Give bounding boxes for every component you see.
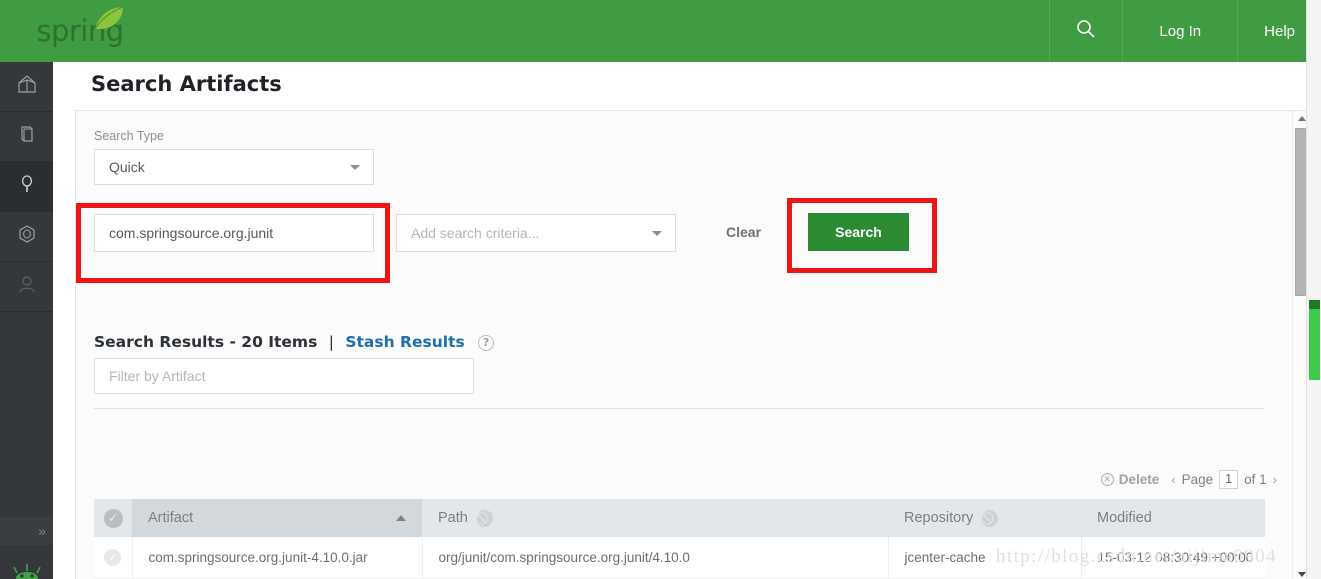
sidebar-filler <box>0 312 53 512</box>
next-page-button[interactable]: › <box>1273 472 1277 487</box>
no-sort-icon: ⃠ <box>475 509 493 527</box>
spring-logo[interactable]: spring <box>0 0 160 62</box>
add-search-criteria-placeholder: Add search criteria... <box>411 225 540 241</box>
builds-icon <box>15 222 39 251</box>
browser-scrollbar-thumb[interactable] <box>1309 300 1320 380</box>
chevron-up-icon <box>1297 115 1306 121</box>
sidebar-item-artifacts[interactable] <box>0 112 53 162</box>
search-submit-button[interactable]: Search <box>808 213 909 251</box>
top-navigation-bar: spring Log In Help <box>0 0 1321 62</box>
filter-placeholder: Filter by Artifact <box>109 368 206 384</box>
column-header-artifact[interactable]: Artifact <box>132 499 422 537</box>
search-type-label: Search Type <box>94 129 164 143</box>
results-heading-row: Search Results - 20 Items | Stash Result… <box>94 333 495 351</box>
sidebar-item-builds[interactable] <box>0 212 53 262</box>
table-header-row: ✓ Artifact Path ⃠ <box>94 499 1265 537</box>
page-title: Search Artifacts <box>91 72 282 96</box>
select-all-header[interactable]: ✓ <box>94 499 132 537</box>
sidebar-item-home[interactable] <box>0 62 53 112</box>
pagination: ‹ Page 1 of 1 › <box>1171 470 1277 489</box>
chevron-down-icon <box>350 164 360 170</box>
search-type-value: Quick <box>109 159 145 175</box>
column-header-path[interactable]: Path ⃠ <box>422 499 888 537</box>
login-button[interactable]: Log In <box>1122 0 1237 62</box>
previous-page-button[interactable]: ‹ <box>1171 472 1175 487</box>
spring-leaf-icon <box>92 6 126 37</box>
delete-button[interactable]: ✕ Delete <box>1100 472 1160 487</box>
page-number-input[interactable]: 1 <box>1219 470 1239 489</box>
main-content: Search Artifacts Search Type Quick com.s… <box>53 62 1321 579</box>
watermark-text: http://blog.csdn.net/aijima0904 <box>996 546 1277 567</box>
circle-x-icon: ✕ <box>1100 473 1114 486</box>
clear-button[interactable]: Clear <box>726 224 761 240</box>
page-word-label: Page <box>1181 472 1214 487</box>
jfrog-frog-icon <box>6 562 48 579</box>
search-type-select[interactable]: Quick <box>94 149 374 185</box>
cell-artifact: com.springsource.org.junit-4.10.0.jar <box>132 537 423 577</box>
check-icon: ✓ <box>104 548 122 566</box>
column-label-artifact: Artifact <box>148 510 194 526</box>
page-total-label: of 1 <box>1244 472 1267 487</box>
no-sort-icon: ⃠ <box>981 509 999 527</box>
left-sidebar: » JFrog <box>0 62 53 579</box>
section-divider <box>94 408 1264 409</box>
delete-label: Delete <box>1118 472 1160 487</box>
filter-by-artifact-input[interactable]: Filter by Artifact <box>94 358 474 394</box>
sort-ascending-icon <box>396 515 406 521</box>
heading-separator: | <box>328 333 334 351</box>
app-root: spring Log In Help » Search Artifacts Se… <box>0 0 1321 579</box>
search-panel: Search Type Quick com.springsource.org.j… <box>75 110 1310 579</box>
topbar-search-button[interactable] <box>1049 0 1122 62</box>
column-label-repository: Repository <box>904 510 974 526</box>
chevron-down-icon <box>1297 571 1306 577</box>
search-query-input[interactable]: com.springsource.org.junit <box>94 214 374 252</box>
column-label-path: Path <box>438 510 468 526</box>
sidebar-item-admin[interactable] <box>0 262 53 312</box>
sidebar-expand-button[interactable]: » <box>0 517 53 545</box>
admin-user-icon <box>15 272 39 301</box>
stash-results-link[interactable]: Stash Results <box>345 333 464 351</box>
jfrog-logo[interactable]: JFrog <box>0 558 53 579</box>
search-icon <box>1076 19 1096 43</box>
search-magnifier-icon <box>15 172 39 201</box>
column-label-modified: Modified <box>1097 510 1152 526</box>
add-search-criteria-select[interactable]: Add search criteria... <box>396 214 676 252</box>
search-query-value: com.springsource.org.junit <box>109 225 274 241</box>
check-icon: ✓ <box>103 508 123 528</box>
chevron-down-icon <box>652 230 662 236</box>
row-checkbox-cell[interactable]: ✓ <box>94 537 133 577</box>
cell-path: org/junit/com.springsource.org.junit/4.1… <box>422 537 889 577</box>
question-mark-icon[interactable]: ? <box>478 334 495 351</box>
browser-scrollbar[interactable] <box>1306 0 1321 579</box>
home-icon <box>15 72 39 101</box>
results-count-label: Search Results - 20 Items <box>94 333 318 351</box>
column-header-repository[interactable]: Repository ⃠ <box>888 499 1081 537</box>
column-header-modified[interactable]: Modified <box>1081 499 1265 537</box>
sidebar-item-search[interactable] <box>0 162 53 212</box>
artifacts-package-icon <box>15 122 39 151</box>
results-toolbar: ✕ Delete ‹ Page 1 of 1 › <box>1100 470 1277 489</box>
